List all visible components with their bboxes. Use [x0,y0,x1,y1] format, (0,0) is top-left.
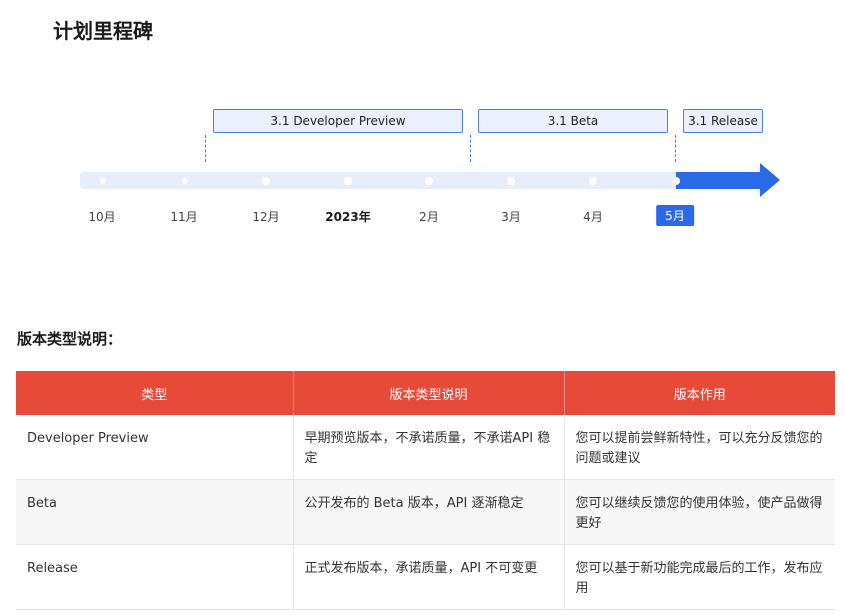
tick-label-year: 2023年 [325,210,371,224]
header-type: 类型 [16,371,294,415]
header-purpose: 版本作用 [564,371,835,415]
timeline-dot [182,178,188,184]
tick-label: 11月 [170,210,198,224]
table-row: Release 正式发布版本，承诺质量，API 不可变更 您可以基于新功能完成最… [16,544,835,610]
phase-marker-line [470,135,471,162]
cell-description: 公开发布的 Beta 版本，API 逐渐稳定 [293,479,565,545]
cell-type: Developer Preview [16,415,294,480]
timeline-dot [344,177,352,185]
cell-description: 早期预览版本，不承诺质量，不承诺API 稳定 [293,415,565,480]
phase-marker-line [675,135,676,162]
cell-type: Beta [16,479,294,545]
timeline-track-current [676,172,761,189]
tick-label: 10月 [88,210,116,224]
timeline-arrow-icon [760,163,780,197]
tick-label: 3月 [501,210,521,224]
header-description: 版本类型说明 [293,371,565,415]
timeline-dot [425,177,433,185]
page-title: 计划里程碑 [53,19,153,43]
phase-beta: 3.1 Beta [478,109,668,133]
cell-description: 正式发布版本，承诺质量，API 不可变更 [293,544,565,610]
timeline-dot [589,177,597,185]
tick-label-current: 5月 [656,205,694,226]
tick-label: 4月 [583,210,603,224]
section-title: 版本类型说明： [17,330,123,348]
cell-purpose: 您可以基于新功能完成最后的工作，发布应用 [564,544,835,610]
timeline-track [80,172,677,189]
version-type-table: 类型 版本类型说明 版本作用 Developer Preview 早期预览版本，… [16,371,835,610]
cell-purpose: 您可以提前尝鲜新特性，可以充分反馈您的问题或建议 [564,415,835,480]
timeline-dot [100,178,106,184]
phase-marker-line [205,135,206,162]
tick-label: 2月 [419,210,439,224]
timeline-dot-current [672,177,680,185]
phase-developer-preview: 3.1 Developer Preview [213,109,463,133]
cell-type: Release [16,544,294,610]
tick-label: 12月 [252,210,280,224]
cell-purpose: 您可以继续反馈您的使用体验，使产品做得更好 [564,479,835,545]
timeline-dot [262,177,270,185]
table-row: Developer Preview 早期预览版本，不承诺质量，不承诺API 稳定… [16,415,835,480]
table-header-row: 类型 版本类型说明 版本作用 [16,371,835,415]
table-row: Beta 公开发布的 Beta 版本，API 逐渐稳定 您可以继续反馈您的使用体… [16,479,835,545]
phase-release: 3.1 Release [683,109,763,133]
timeline-dot [507,177,515,185]
